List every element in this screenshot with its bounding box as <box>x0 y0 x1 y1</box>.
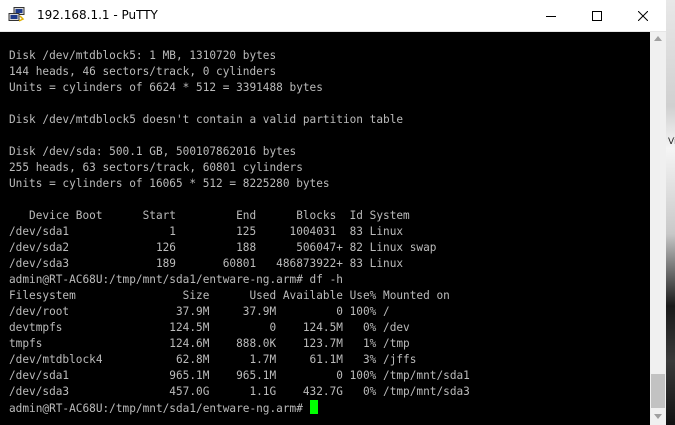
terminal-line: Filesystem Size Used Available Use% Moun… <box>9 289 450 302</box>
minimize-button[interactable] <box>528 0 574 31</box>
terminal-line: Units = cylinders of 6624 * 512 = 339148… <box>9 81 323 94</box>
terminal-prompt-line[interactable]: admin@RT-AC68U:/tmp/mnt/sda1/entware-ng.… <box>9 400 470 416</box>
terminal-line: /dev/sda1 965.1M 965.1M 0 100% /tmp/mnt/… <box>9 369 470 382</box>
terminal-cursor <box>309 400 318 414</box>
terminal-line: 255 heads, 63 sectors/track, 60801 cylin… <box>9 161 303 174</box>
scroll-down-arrow-icon[interactable] <box>654 414 662 419</box>
terminal-line: Units = cylinders of 16065 * 512 = 82252… <box>9 177 330 190</box>
terminal-line: /dev/sda2 126 188 506047+ 82 Linux swap <box>9 241 437 254</box>
scroll-up-arrow-icon[interactable] <box>654 36 662 41</box>
scrollbar-thumb[interactable] <box>651 374 665 408</box>
terminal-line: /dev/root 37.9M 37.9M 0 100% / <box>9 305 390 318</box>
terminal-line: tmpfs 124.6M 888.0K 123.7M 1% /tmp <box>9 337 410 350</box>
terminal-output[interactable]: Disk /dev/mtdblock5: 1 MB, 1310720 bytes… <box>0 32 650 425</box>
desktop-partial-label: Vif <box>668 137 675 147</box>
terminal-lines: Disk /dev/mtdblock5: 1 MB, 1310720 bytes… <box>9 48 470 416</box>
terminal-line: admin@RT-AC68U:/tmp/mnt/sda1/entware-ng.… <box>9 273 343 286</box>
maximize-button[interactable] <box>574 0 620 31</box>
terminal-line: Disk /dev/mtdblock5 doesn't contain a va… <box>9 113 404 126</box>
terminal-line: /dev/sda3 457.0G 1.1G 432.7G 0% /tmp/mnt… <box>9 385 470 398</box>
putty-computers-icon <box>8 7 25 22</box>
terminal-line: /dev/sda3 189 60801 486873922+ 83 Linux <box>9 257 404 270</box>
terminal-prompt: admin@RT-AC68U:/tmp/mnt/sda1/entware-ng.… <box>9 402 310 415</box>
maximize-icon <box>592 10 602 21</box>
close-icon <box>638 10 648 21</box>
terminal-line: 144 heads, 46 sectors/track, 0 cylinders <box>9 65 277 78</box>
terminal-line: /dev/sda1 1 125 1004031 83 Linux <box>9 225 404 238</box>
terminal-line: Disk /dev/mtdblock5: 1 MB, 1310720 bytes <box>9 49 277 62</box>
terminal-line: devtmpfs 124.5M 0 124.5M 0% /dev <box>9 321 410 334</box>
minimize-icon <box>546 15 556 17</box>
title-bar[interactable]: 192.168.1.1 - PuTTY <box>0 0 666 32</box>
desktop-background <box>666 0 675 425</box>
terminal-line: /dev/mtdblock4 62.8M 1.7M 61.1M 3% /jffs <box>9 353 417 366</box>
terminal-line: Disk /dev/sda: 500.1 GB, 500107862016 by… <box>9 145 297 158</box>
terminal-line: Device Boot Start End Blocks Id System <box>9 209 410 222</box>
window-title: 192.168.1.1 - PuTTY <box>37 8 158 22</box>
close-button[interactable] <box>620 0 666 31</box>
terminal-scrollbar[interactable] <box>650 32 666 425</box>
